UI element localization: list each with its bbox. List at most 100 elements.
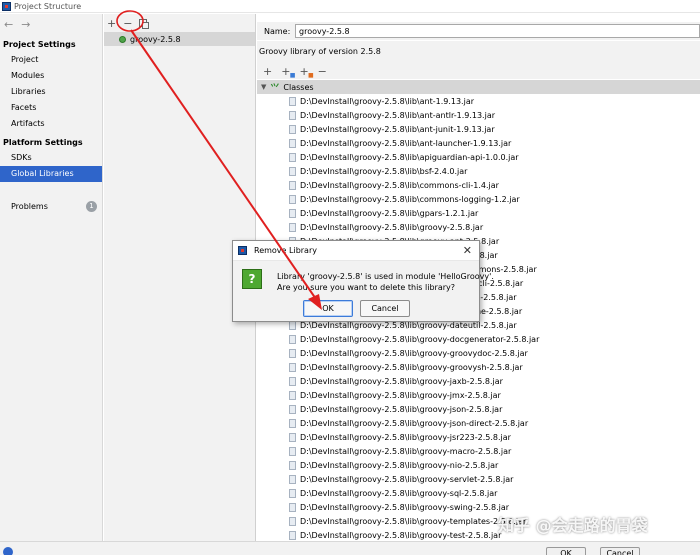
jar-row[interactable]: D:\DevInstall\groovy-2.5.8\lib\apiguardi… [257, 150, 700, 164]
jar-file-icon [289, 348, 296, 358]
expand-triangle-icon[interactable]: ▼ [261, 83, 266, 91]
footer-ok-button[interactable]: OK [546, 547, 586, 555]
jar-path: D:\DevInstall\groovy-2.5.8\lib\ant-antlr… [300, 110, 496, 120]
dialog-close-icon[interactable]: ✕ [463, 244, 472, 257]
jar-row[interactable]: D:\DevInstall\groovy-2.5.8\lib\groovy-gr… [257, 360, 700, 374]
jar-path: D:\DevInstall\groovy-2.5.8\lib\bsf-2.4.0… [300, 166, 468, 176]
remove-library-icon[interactable]: − [123, 17, 132, 30]
jar-file-icon [289, 516, 296, 526]
jar-path: D:\DevInstall\groovy-2.5.8\lib\groovy-jm… [300, 390, 501, 400]
nav-item-artifacts[interactable]: Artifacts [0, 116, 102, 132]
jar-row[interactable]: D:\DevInstall\groovy-2.5.8\lib\bsf-2.4.0… [257, 164, 700, 178]
jar-file-icon [289, 208, 296, 218]
jar-path: D:\DevInstall\groovy-2.5.8\lib\groovy-js… [300, 404, 503, 414]
help-icon[interactable] [3, 547, 13, 555]
nav-item-problems[interactable]: Problems 1 [0, 198, 102, 214]
nav-item-modules[interactable]: Modules [0, 68, 102, 84]
jar-row[interactable]: D:\DevInstall\groovy-2.5.8\lib\groovy-sq… [257, 486, 700, 500]
jar-row[interactable]: D:\DevInstall\groovy-2.5.8\lib\ant-antlr… [257, 108, 700, 122]
nav-item-libraries[interactable]: Libraries [0, 84, 102, 100]
folder-badge-icon: ■ [307, 71, 314, 79]
jar-row[interactable]: D:\DevInstall\groovy-2.5.8\lib\groovy-gr… [257, 346, 700, 360]
jar-path: D:\DevInstall\groovy-2.5.8\lib\groovy-ja… [300, 376, 503, 386]
name-row: Name: [257, 22, 700, 40]
jar-path: D:\DevInstall\groovy-2.5.8\lib\commons-c… [300, 180, 499, 190]
window-titlebar: Project Structure [0, 0, 700, 13]
add-library-icon[interactable]: + [107, 17, 116, 30]
jar-file-icon [289, 404, 296, 414]
add-root-icon[interactable]: + [263, 65, 272, 78]
jar-path: D:\DevInstall\groovy-2.5.8\lib\commons-l… [300, 194, 520, 204]
nav-item-facets[interactable]: Facets [0, 100, 102, 116]
jar-row[interactable]: D:\DevInstall\groovy-2.5.8\lib\groovy-js… [257, 416, 700, 430]
nav-item-sdks[interactable]: SDKs [0, 150, 102, 166]
dialog-app-icon [238, 246, 247, 255]
library-list-toolbar: + − [104, 14, 255, 32]
jar-file-icon [289, 390, 296, 400]
jar-file-icon [289, 432, 296, 442]
jar-path: D:\DevInstall\groovy-2.5.8\lib\ant-1.9.1… [300, 96, 475, 106]
jar-row[interactable]: D:\DevInstall\groovy-2.5.8\lib\groovy-ja… [257, 374, 700, 388]
jar-path: D:\DevInstall\groovy-2.5.8\lib\groovy-se… [300, 474, 514, 484]
jar-file-icon [289, 138, 296, 148]
add-folder-icon[interactable]: + ■ [299, 65, 313, 79]
forward-arrow-icon[interactable]: → [21, 18, 30, 31]
problems-count-badge: 1 [86, 200, 97, 212]
jar-file-icon [289, 110, 296, 120]
jar-row[interactable]: D:\DevInstall\groovy-2.5.8\lib\groovy-se… [257, 472, 700, 486]
jar-file-icon [289, 96, 296, 106]
jar-path: D:\DevInstall\groovy-2.5.8\lib\groovy-sq… [300, 488, 498, 498]
copy-library-icon[interactable] [139, 19, 150, 29]
groovy-library-icon [119, 35, 126, 43]
jar-path: D:\DevInstall\groovy-2.5.8\lib\gpars-1.2… [300, 208, 479, 218]
jar-file-icon [289, 194, 296, 204]
jar-path: D:\DevInstall\groovy-2.5.8\lib\groovy-ni… [300, 460, 499, 470]
jar-row[interactable]: D:\DevInstall\groovy-2.5.8\lib\groovy-ni… [257, 458, 700, 472]
classes-toolbar: + + ■ + ■ − [257, 63, 700, 79]
jar-row[interactable]: D:\DevInstall\groovy-2.5.8\lib\ant-junit… [257, 122, 700, 136]
jar-path: D:\DevInstall\groovy-2.5.8\lib\groovy-do… [300, 334, 540, 344]
jar-row[interactable]: D:\DevInstall\groovy-2.5.8\lib\ant-launc… [257, 136, 700, 150]
jar-file-icon [289, 166, 296, 176]
jar-file-icon [289, 460, 296, 470]
jar-path: D:\DevInstall\groovy-2.5.8\lib\groovy-te… [300, 516, 527, 526]
jar-path: D:\DevInstall\groovy-2.5.8\lib\ant-junit… [300, 124, 495, 134]
nav-item-project[interactable]: Project [0, 52, 102, 68]
library-description: Groovy library of version 2.5.8 [257, 41, 700, 63]
jar-row[interactable]: D:\DevInstall\groovy-2.5.8\lib\groovy-ma… [257, 444, 700, 458]
jar-row[interactable]: D:\DevInstall\groovy-2.5.8\lib\groovy-do… [257, 332, 700, 346]
jar-row[interactable]: D:\DevInstall\groovy-2.5.8\lib\commons-c… [257, 178, 700, 192]
classes-tree-node[interactable]: ▼ ⺍ Classes [257, 80, 700, 94]
library-name-input[interactable] [295, 24, 700, 38]
jar-file-icon [289, 502, 296, 512]
jar-path: D:\DevInstall\groovy-2.5.8\lib\ant-launc… [300, 138, 512, 148]
jar-row[interactable]: D:\DevInstall\groovy-2.5.8\lib\gpars-1.2… [257, 206, 700, 220]
jar-badge-icon: ■ [289, 71, 296, 79]
bottom-button-bar [0, 541, 700, 555]
jar-file-icon [289, 446, 296, 456]
name-label: Name: [264, 27, 291, 36]
jar-row[interactable]: D:\DevInstall\groovy-2.5.8\lib\groovy-jm… [257, 388, 700, 402]
jar-row[interactable]: D:\DevInstall\groovy-2.5.8\lib\groovy-js… [257, 430, 700, 444]
nav-item-global-libraries[interactable]: Global Libraries [0, 166, 102, 182]
classes-label: Classes [283, 82, 314, 92]
jar-row[interactable]: D:\DevInstall\groovy-2.5.8\lib\ant-1.9.1… [257, 94, 700, 108]
jar-row[interactable]: D:\DevInstall\groovy-2.5.8\lib\groovy-js… [257, 402, 700, 416]
dialog-message: Library 'groovy-2.5.8' is used in module… [277, 271, 494, 293]
jar-file-icon [289, 362, 296, 372]
remove-library-dialog: Remove Library ✕ ? Library 'groovy-2.5.8… [232, 240, 494, 322]
footer-cancel-button[interactable]: Cancel [600, 547, 640, 555]
library-item-groovy[interactable]: groovy-2.5.8 [104, 32, 255, 46]
remove-root-icon[interactable]: − [318, 65, 327, 78]
add-jar-icon[interactable]: + ■ [281, 65, 295, 79]
nav-history: ← → [0, 14, 102, 34]
dialog-ok-button[interactable]: OK [303, 300, 353, 317]
jar-row[interactable]: D:\DevInstall\groovy-2.5.8\lib\groovy-2.… [257, 220, 700, 234]
dialog-cancel-button[interactable]: Cancel [360, 300, 410, 317]
jar-path: D:\DevInstall\groovy-2.5.8\lib\apiguardi… [300, 152, 519, 162]
jar-file-icon [289, 474, 296, 484]
jar-file-icon [289, 334, 296, 344]
library-item-label: groovy-2.5.8 [130, 34, 181, 44]
back-arrow-icon[interactable]: ← [4, 18, 13, 31]
jar-row[interactable]: D:\DevInstall\groovy-2.5.8\lib\commons-l… [257, 192, 700, 206]
